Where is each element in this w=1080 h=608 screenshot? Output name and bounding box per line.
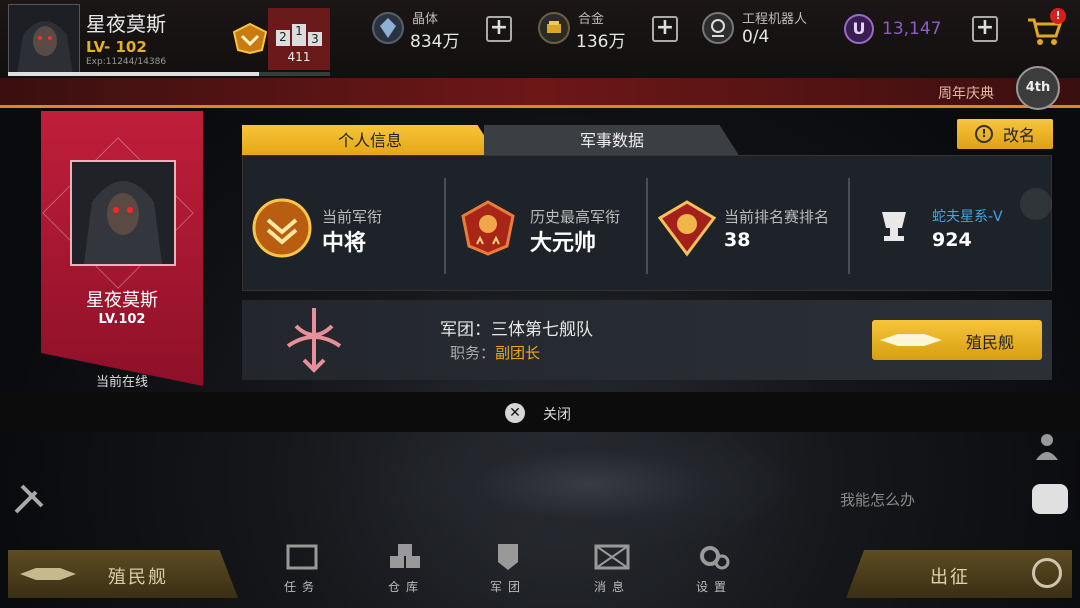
nav-tasks[interactable]: 任务 — [268, 542, 336, 598]
anniversary-event-icon[interactable]: 4th — [1016, 66, 1060, 110]
space-station-image — [380, 420, 800, 550]
alloy-icon — [538, 12, 570, 44]
leaderboard-button[interactable]: 2 1 3 411 — [268, 8, 330, 70]
target-icon — [1032, 558, 1062, 588]
podium-first: 1 — [292, 24, 306, 46]
rename-label: 改名 — [1002, 126, 1035, 145]
player-exp: Exp:11244/14386 — [86, 57, 167, 67]
colony-ship-button[interactable]: 殖民舰 — [872, 320, 1042, 360]
exp-bar-fill — [8, 72, 260, 76]
arena-rank-label: 当前排名赛排名 — [724, 208, 830, 226]
arena-rank-icon — [654, 196, 720, 260]
alloy-value: 136万 — [576, 32, 626, 52]
deploy-label: 出征 — [930, 567, 970, 588]
shop-cart-button[interactable]: ! — [1026, 8, 1066, 48]
military-rank-icon — [232, 22, 268, 55]
legion-name: 军团：三体第七舰队 — [440, 315, 593, 340]
current-rank-value: 中将 — [322, 231, 367, 256]
nav-legion[interactable]: 军团 — [474, 542, 542, 598]
highest-rank-value: 大元帅 — [530, 231, 597, 256]
legion-name-label: 军团： — [440, 320, 491, 340]
nav-warehouse-label: 仓库 — [387, 580, 424, 594]
info-icon: ! — [974, 125, 993, 143]
nav-settings-label: 设置 — [695, 580, 732, 594]
clock-icon — [1020, 188, 1052, 220]
player-level: LV- 102 — [86, 38, 147, 56]
help-chat-text[interactable]: 我能怎么办 — [840, 489, 915, 510]
add-crystal-button[interactable]: + — [486, 16, 512, 42]
podium-third: 3 — [308, 32, 322, 46]
close-icon[interactable]: ✕ — [505, 403, 525, 423]
card-player-name: 星夜莫斯 — [86, 290, 158, 311]
add-friend-icon[interactable] — [1032, 430, 1066, 464]
legion-name-value: 三体第七舰队 — [491, 320, 593, 340]
alloy-label: 合金 — [578, 12, 605, 27]
exp-bar — [8, 72, 330, 76]
rename-button[interactable]: ! 改名 — [957, 119, 1053, 149]
add-premium-button[interactable]: + — [972, 16, 998, 42]
crystal-value: 834万 — [410, 32, 460, 52]
warehouse-icon — [390, 544, 420, 568]
divider — [0, 105, 1080, 108]
player-name: 星夜莫斯 — [86, 12, 166, 36]
colony-ship-label: 殖民舰 — [966, 333, 1015, 352]
leaderboard-value: 411 — [287, 50, 311, 64]
tab-personal-info[interactable]: 个人信息 — [242, 125, 498, 157]
nav-warehouse[interactable]: 仓库 — [372, 542, 440, 598]
legion-role: 职务：副团长 — [450, 342, 540, 363]
robot-label: 工程机器人 — [742, 12, 808, 27]
colony-ship-main-label: 殖民舰 — [108, 567, 168, 588]
player-avatar[interactable] — [8, 4, 80, 74]
add-alloy-button[interactable]: + — [652, 16, 678, 42]
crystal-label: 晶体 — [412, 12, 439, 27]
mail-icon — [594, 544, 630, 570]
deploy-button[interactable]: 出征 — [846, 550, 1072, 598]
current-rank-icon — [250, 196, 314, 260]
legion-role-label: 职务： — [450, 344, 496, 362]
highest-rank-label: 历史最高军衔 — [530, 208, 621, 226]
trophy-icon — [874, 206, 914, 246]
online-status: 当前在线 — [95, 375, 148, 390]
player-portrait[interactable] — [70, 160, 176, 266]
close-bar[interactable] — [0, 392, 1080, 432]
premium-currency-value: 13,147 — [882, 19, 942, 39]
nav-legion-label: 军团 — [489, 580, 526, 594]
robot-icon — [702, 12, 734, 44]
ship-icon — [880, 334, 942, 346]
gear-icon — [700, 546, 730, 570]
crystal-icon — [372, 12, 404, 44]
galaxy-value: 924 — [932, 229, 972, 251]
premium-currency-icon: U — [844, 14, 874, 44]
card-player-level: LV.102 — [98, 312, 146, 327]
galaxy-label[interactable]: 蛇夫星系-V — [932, 206, 1003, 226]
nav-messages-label: 消息 — [593, 580, 630, 594]
legion-role-value: 副团长 — [495, 344, 541, 362]
chat-icon[interactable] — [1032, 484, 1068, 514]
current-rank-label: 当前军衔 — [322, 208, 383, 226]
ship-icon — [20, 568, 76, 580]
robot-value: 0/4 — [742, 27, 770, 47]
podium-second: 2 — [276, 30, 290, 46]
highest-rank-icon — [455, 196, 521, 260]
divider — [444, 178, 446, 274]
tasks-icon — [286, 544, 318, 570]
colony-ship-main-button[interactable]: 殖民舰 — [8, 550, 238, 598]
nav-tasks-label: 任务 — [283, 580, 320, 594]
anniversary-event-label[interactable]: 周年庆典 — [938, 83, 994, 103]
event-banner-strip — [0, 78, 1080, 106]
legion-emblem-icon — [278, 304, 350, 376]
close-label[interactable]: 关闭 — [543, 404, 571, 424]
legion-icon — [498, 544, 518, 570]
nav-messages[interactable]: 消息 — [578, 542, 646, 598]
tab-military-data[interactable]: 军事数据 — [484, 125, 740, 157]
divider — [848, 178, 850, 274]
tools-icon[interactable] — [12, 482, 46, 516]
nav-settings[interactable]: 设置 — [680, 542, 748, 598]
divider — [646, 178, 648, 274]
arena-rank-value: 38 — [724, 229, 751, 251]
notification-badge: ! — [1050, 8, 1066, 24]
